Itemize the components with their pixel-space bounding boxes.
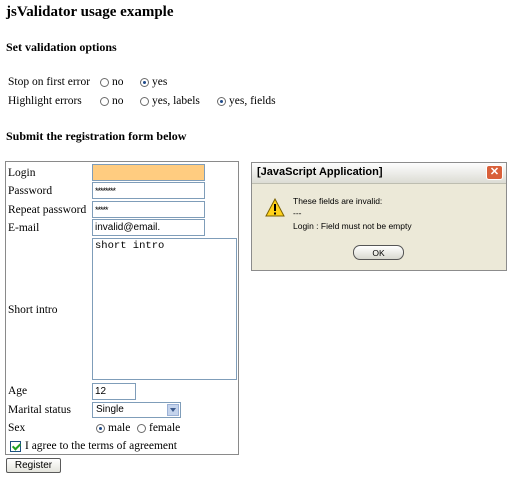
login-label: Login	[8, 167, 36, 179]
highlight-no-radio[interactable]	[100, 97, 109, 106]
short-intro-textarea[interactable]: short intro	[92, 238, 237, 380]
close-button[interactable]: ✕	[486, 165, 503, 180]
agree-label: I agree to the terms of agreement	[25, 440, 177, 452]
options-heading: Set validation options	[6, 40, 117, 54]
sex-label: Sex	[8, 422, 26, 434]
sex-female-radio[interactable]	[137, 424, 146, 433]
dialog-titlebar[interactable]: [JavaScript Application] ✕	[252, 163, 506, 184]
highlight-labels-label: yes, labels	[152, 95, 200, 107]
highlight-no-label: no	[112, 95, 124, 107]
highlight-fields-label: yes, fields	[229, 95, 276, 107]
repeat-password-input[interactable]: *****	[92, 201, 205, 218]
highlight-errors-label: Highlight errors	[8, 95, 82, 107]
javascript-alert-dialog: [JavaScript Application] ✕ These fields …	[251, 162, 507, 271]
email-input[interactable]: invalid@email.	[92, 219, 205, 236]
register-button[interactable]: Register	[6, 458, 61, 473]
stop-yes-label: yes	[152, 76, 168, 88]
stop-no-label: no	[112, 76, 124, 88]
stop-yes-radio[interactable]	[140, 78, 149, 87]
dialog-message-line2: ---	[293, 208, 302, 218]
highlight-fields-radio[interactable]	[217, 97, 226, 106]
marital-status-select[interactable]: Single	[92, 402, 181, 418]
dialog-message-line3: Login : Field must not be empty	[293, 221, 412, 231]
email-label: E-mail	[8, 222, 40, 234]
password-label: Password	[8, 185, 53, 197]
page-title: jsValidator usage example	[6, 4, 174, 20]
stop-no-radio[interactable]	[100, 78, 109, 87]
chevron-down-icon[interactable]	[167, 404, 179, 416]
password-input[interactable]: ********	[92, 182, 205, 199]
highlight-labels-radio[interactable]	[140, 97, 149, 106]
marital-status-label: Marital status	[8, 404, 71, 416]
repeat-password-label: Repeat password	[8, 204, 87, 216]
age-input[interactable]: 12	[92, 383, 136, 400]
short-intro-label: Short intro	[8, 304, 58, 316]
dialog-title: [JavaScript Application]	[257, 166, 383, 178]
dialog-message-line1: These fields are invalid:	[293, 196, 383, 206]
agree-checkbox[interactable]	[10, 441, 21, 452]
sex-female-label: female	[149, 422, 181, 434]
ok-button[interactable]: OK	[353, 245, 404, 260]
age-label: Age	[8, 385, 28, 397]
stop-on-first-error-label: Stop on first error	[8, 76, 91, 88]
warning-icon	[265, 198, 285, 217]
sex-male-label: male	[108, 422, 131, 434]
sex-male-radio[interactable]	[96, 424, 105, 433]
form-heading: Submit the registration form below	[6, 129, 187, 143]
login-input[interactable]	[92, 164, 205, 181]
marital-status-value: Single	[96, 404, 124, 415]
